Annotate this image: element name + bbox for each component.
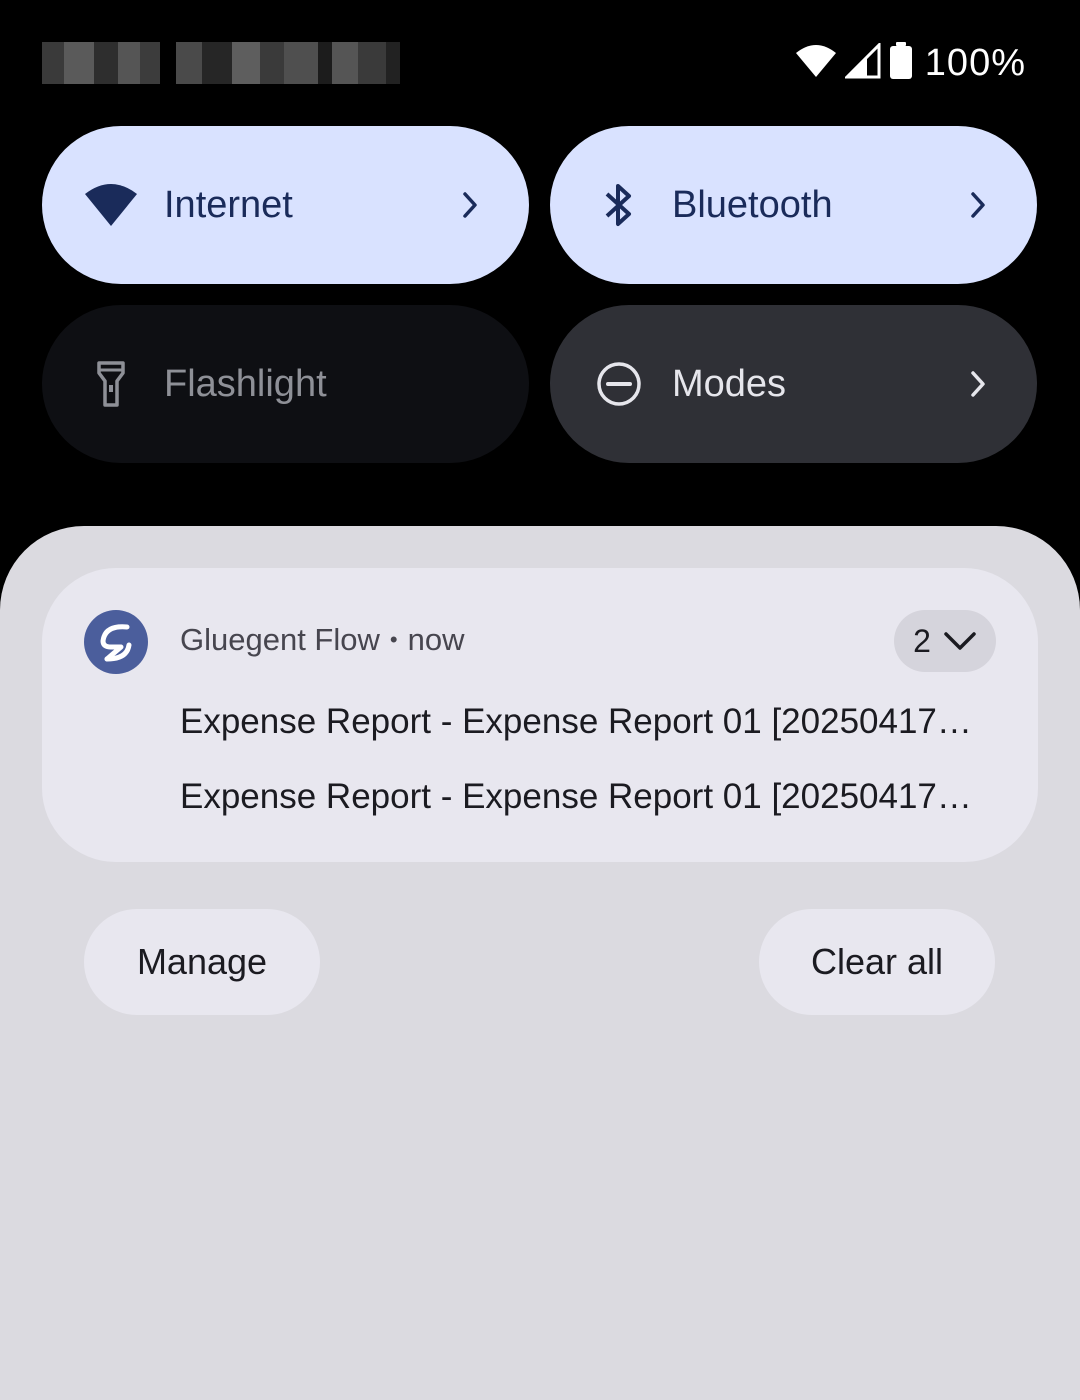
manage-button[interactable]: Manage bbox=[84, 909, 320, 1015]
wifi-icon bbox=[795, 43, 837, 84]
chevron-right-icon bbox=[963, 364, 993, 404]
notification-header: Gluegent Flow • now bbox=[180, 622, 464, 658]
notification-time: now bbox=[407, 622, 465, 657]
tile-label: Bluetooth bbox=[672, 183, 833, 226]
blurred-carrier-text bbox=[42, 42, 400, 84]
tile-flashlight[interactable]: Flashlight bbox=[42, 305, 529, 463]
notification-count: 2 bbox=[913, 622, 931, 659]
chevron-right-icon bbox=[455, 185, 485, 225]
chevron-right-icon bbox=[963, 185, 993, 225]
tile-label: Flashlight bbox=[164, 362, 327, 405]
battery-percentage: 100% bbox=[924, 41, 1026, 84]
tile-internet[interactable]: Internet bbox=[42, 126, 529, 284]
tile-label: Internet bbox=[164, 183, 293, 226]
header-separator: • bbox=[389, 627, 398, 652]
tile-bluetooth[interactable]: Bluetooth bbox=[550, 126, 1037, 284]
app-icon bbox=[84, 610, 148, 674]
expand-button[interactable]: 2 bbox=[894, 610, 996, 672]
battery-icon bbox=[889, 41, 913, 85]
notification-card[interactable]: Gluegent Flow • now 2 Expense Report - E… bbox=[42, 568, 1038, 862]
cell-signal-icon bbox=[843, 40, 881, 84]
bluetooth-icon bbox=[592, 178, 646, 232]
status-bar: 100% bbox=[0, 0, 1080, 126]
flashlight-icon bbox=[84, 357, 138, 411]
app-name: Gluegent Flow bbox=[180, 622, 380, 657]
tile-label: Modes bbox=[672, 362, 787, 405]
wifi-icon bbox=[84, 178, 138, 232]
clear-all-button[interactable]: Clear all bbox=[759, 909, 995, 1015]
chevron-down-icon bbox=[943, 623, 977, 660]
notification-line: Expense Report - Expense Report 01 [2025… bbox=[180, 777, 972, 816]
do-not-disturb-icon bbox=[592, 357, 646, 411]
notification-line: Expense Report - Expense Report 01 [2025… bbox=[180, 702, 972, 741]
tile-modes[interactable]: Modes bbox=[550, 305, 1037, 463]
status-icons: 100% bbox=[795, 40, 1026, 85]
